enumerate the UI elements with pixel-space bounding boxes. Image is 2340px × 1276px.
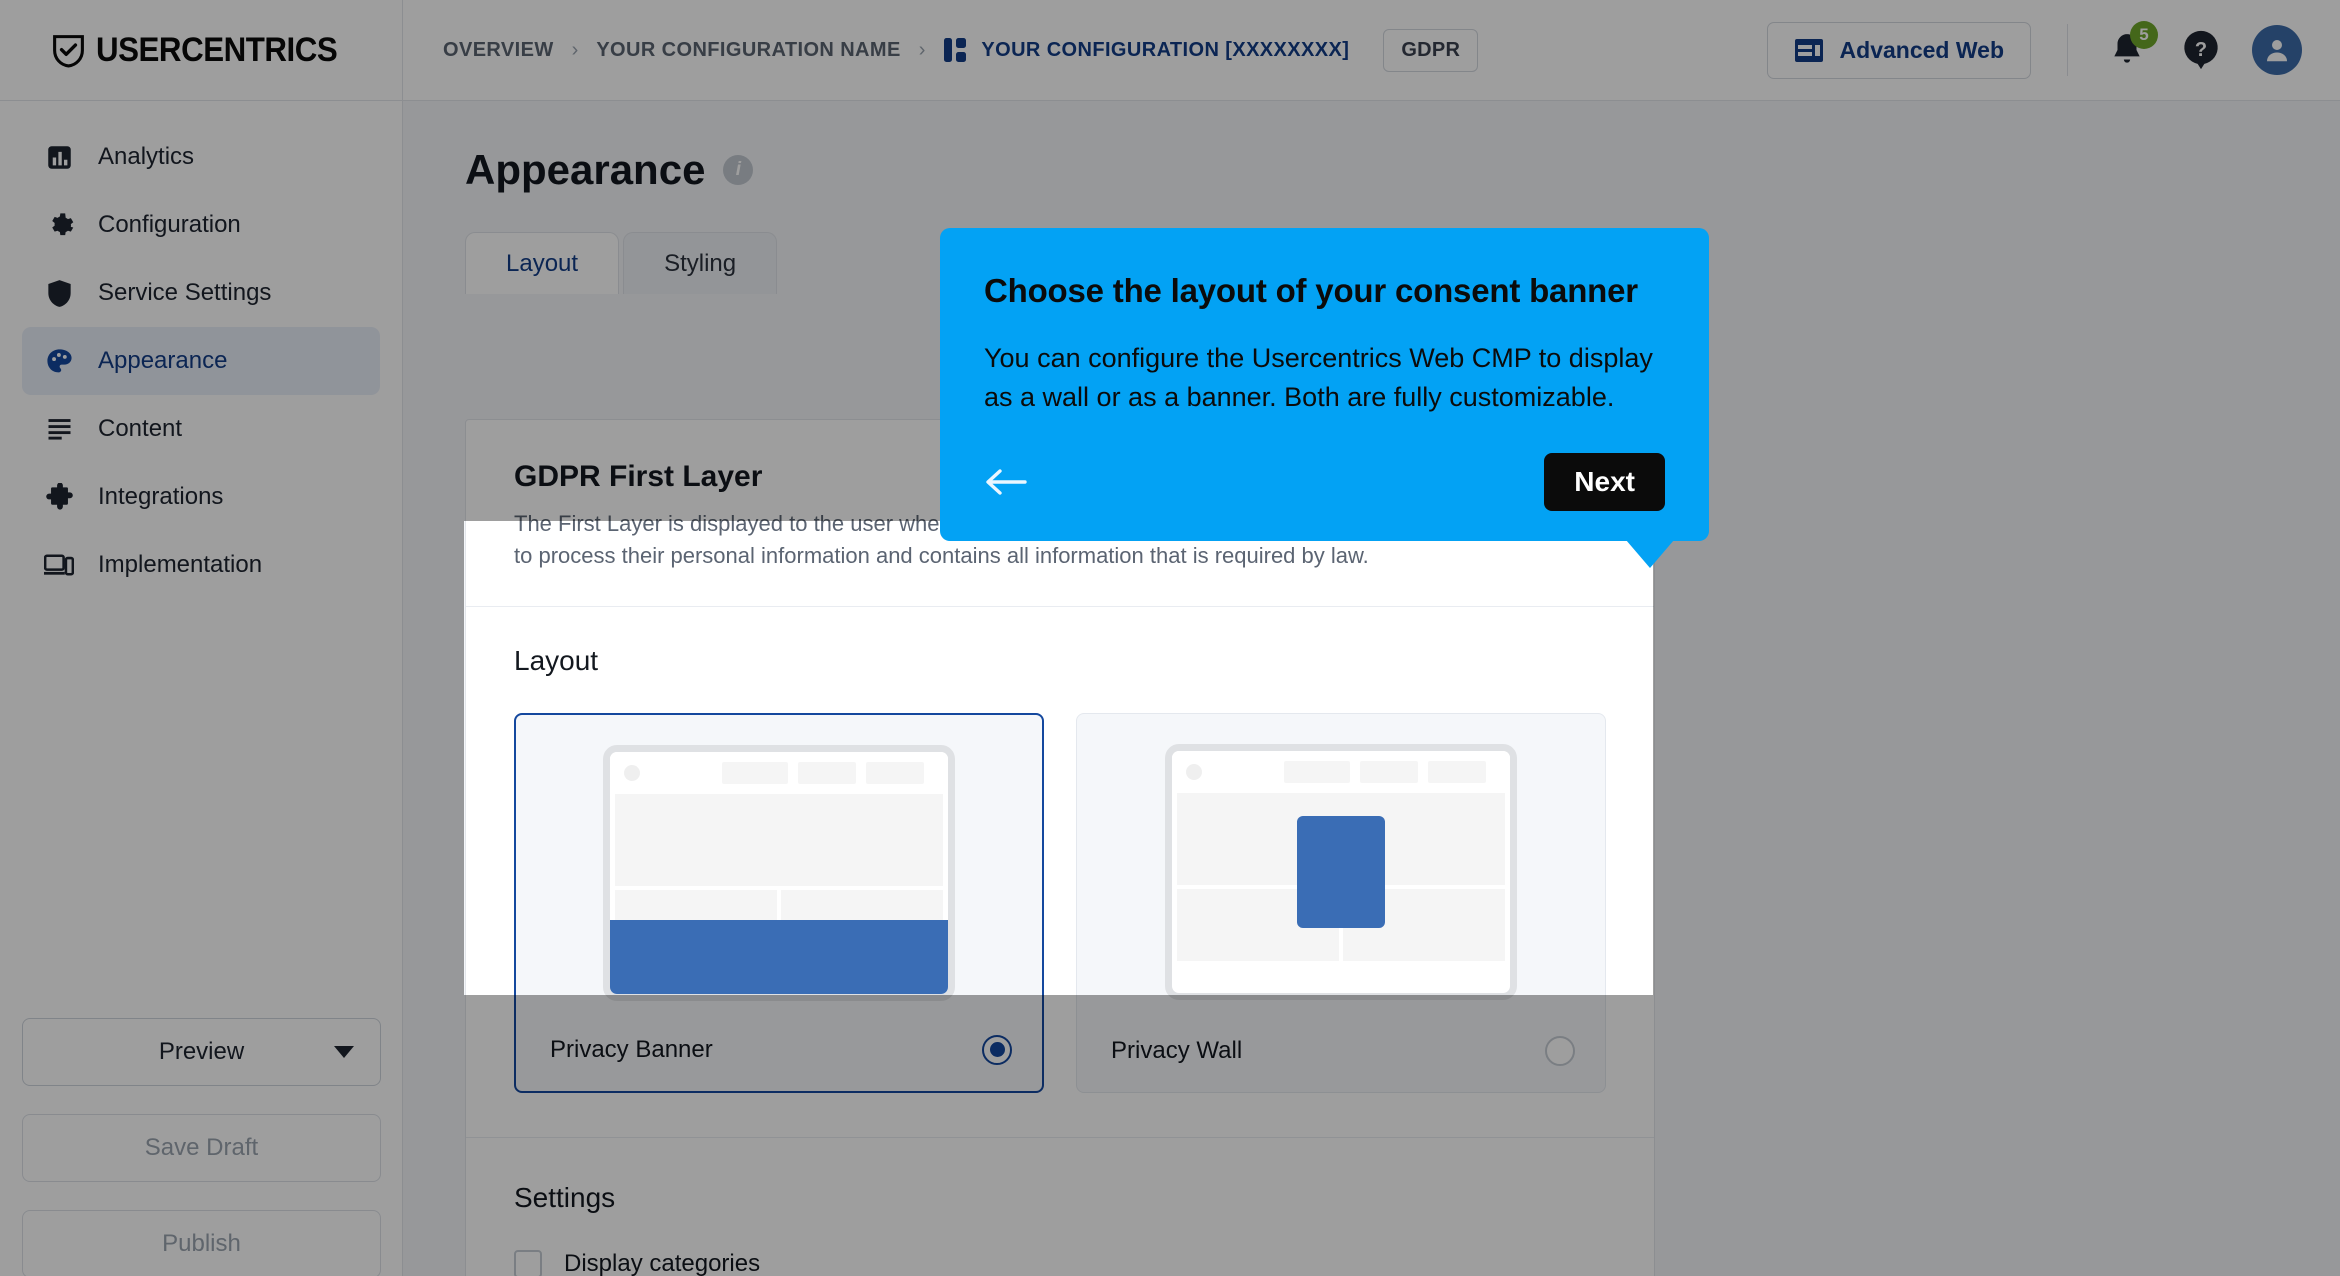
setting-label: Display categories	[564, 1249, 761, 1276]
sidebar-item-content[interactable]: Content	[22, 395, 380, 463]
shield-icon	[44, 278, 74, 308]
top-bar: USERCENTRICS OVERVIEW › YOUR CONFIGURATI…	[0, 0, 2340, 101]
divider	[2067, 24, 2068, 76]
advanced-web-button[interactable]: Advanced Web	[1766, 21, 2031, 79]
palette-icon	[44, 346, 74, 376]
preview-label: Preview	[158, 1038, 245, 1065]
sidebar-item-label: Appearance	[98, 347, 228, 374]
shield-check-icon	[53, 34, 84, 67]
save-draft-label: Save Draft	[144, 1134, 259, 1161]
framework-chip-gdpr[interactable]: GDPR	[1383, 28, 1479, 72]
brand-name: USERCENTRICS	[96, 30, 338, 69]
breadcrumb-item-overview[interactable]: OVERVIEW	[443, 39, 554, 62]
mock-nav-item	[1284, 760, 1351, 783]
save-draft-button[interactable]: Save Draft	[22, 1114, 381, 1182]
layout-option-label: Privacy Wall	[1111, 1036, 1243, 1064]
tooltip-body: You can configure the Usercentrics Web C…	[984, 343, 1653, 413]
notification-count-badge: 5	[2130, 21, 2158, 49]
sidebar-item-service-settings[interactable]: Service Settings	[22, 259, 380, 327]
sidebar: Analytics Configuration Service Settings…	[0, 101, 403, 1276]
layout-section-title: Layout	[514, 644, 599, 676]
mock-nav-item	[1428, 760, 1487, 783]
tab-layout[interactable]: Layout	[465, 232, 620, 294]
top-bar-actions: Advanced Web 5 ?	[1766, 21, 2340, 79]
user-avatar[interactable]	[2252, 25, 2302, 75]
sidebar-item-label: Implementation	[98, 551, 263, 578]
sidebar-item-label: Configuration	[98, 211, 241, 238]
list-lines-icon	[44, 414, 74, 444]
mock-nav-item	[1360, 760, 1419, 783]
publish-label: Publish	[162, 1230, 241, 1257]
bar-chart-icon	[44, 142, 74, 172]
help-button[interactable]: ?	[2178, 27, 2224, 73]
settings-section: Settings Display categories Hide languag…	[466, 1136, 1654, 1276]
sidebar-item-label: Service Settings	[98, 279, 272, 306]
mock-dot	[624, 764, 641, 781]
breadcrumb: OVERVIEW › YOUR CONFIGURATION NAME › YOU…	[443, 28, 1479, 72]
breadcrumb-item-config-name[interactable]: YOUR CONFIGURATION NAME	[596, 39, 900, 62]
mock-browser-top	[1172, 750, 1511, 793]
page-title: Appearance	[465, 146, 706, 193]
preview-button[interactable]: Preview	[22, 1018, 381, 1086]
chevron-down-icon	[334, 1046, 354, 1058]
sidebar-item-label: Analytics	[98, 143, 195, 170]
mock-nav-item	[722, 761, 789, 784]
app-root: USERCENTRICS OVERVIEW › YOUR CONFIGURATI…	[0, 0, 2340, 1276]
layout-option-label: Privacy Banner	[550, 1035, 713, 1063]
tab-styling[interactable]: Styling	[623, 232, 778, 294]
setting-display-categories[interactable]: Display categories	[514, 1249, 1606, 1276]
gdpr-first-layer-card: GDPR First Layer The First Layer is disp…	[465, 419, 1655, 1276]
help-circle-icon: ?	[2184, 30, 2218, 70]
mock-nav-item	[866, 761, 925, 784]
sidebar-item-label: Content	[98, 415, 183, 442]
publish-button[interactable]: Publish	[22, 1210, 381, 1276]
layout-option-privacy-banner[interactable]: Privacy Banner	[514, 712, 1045, 1093]
sidebar-item-appearance[interactable]: Appearance	[22, 327, 380, 395]
tooltip-footer: Next	[984, 453, 1665, 511]
breadcrumb-item-current[interactable]: YOUR CONFIGURATION [XXXXXXXX]	[943, 37, 1349, 63]
layout-options: Privacy Banner Privacy Wall	[466, 677, 1654, 1137]
product-tour-tooltip: Choose the layout of your consent banner…	[940, 228, 1709, 568]
breadcrumb-separator: ›	[918, 38, 926, 61]
mock-hero	[615, 793, 944, 886]
advanced-web-label: Advanced Web	[1839, 36, 2004, 63]
svg-text:?: ?	[2195, 39, 2207, 61]
sidebar-item-label: Integrations	[98, 483, 224, 510]
mock-consent-wall	[1297, 815, 1386, 928]
radio-privacy-wall[interactable]	[1545, 1035, 1575, 1066]
page-header: Appearance i	[403, 101, 2340, 194]
sidebar-item-integrations[interactable]: Integrations	[22, 463, 380, 531]
sidebar-item-implementation[interactable]: Implementation	[22, 531, 380, 599]
mock-dot	[1186, 763, 1203, 780]
mock-consent-banner	[610, 919, 949, 994]
settings-title: Settings	[514, 1181, 616, 1213]
web-layout-icon	[1794, 38, 1823, 62]
sidebar-actions: Preview Save Draft Publish	[22, 1018, 381, 1276]
config-blocks-icon	[944, 38, 967, 62]
sidebar-item-analytics[interactable]: Analytics	[22, 123, 380, 191]
tooltip-title: Choose the layout of your consent banner	[984, 272, 1638, 309]
notifications-button[interactable]: 5	[2104, 21, 2158, 73]
breadcrumb-current-label: YOUR CONFIGURATION [XXXXXXXX]	[981, 38, 1350, 61]
brand-logo[interactable]: USERCENTRICS	[0, 0, 403, 100]
arrow-left-icon[interactable]	[984, 465, 1028, 499]
gear-icon	[44, 210, 74, 240]
tooltip-next-button[interactable]: Next	[1544, 453, 1665, 511]
puzzle-icon	[44, 482, 74, 512]
sidebar-item-configuration[interactable]: Configuration	[22, 191, 380, 259]
breadcrumb-separator: ›	[571, 38, 579, 61]
radio-privacy-banner[interactable]	[982, 1034, 1013, 1065]
privacy-wall-preview	[1165, 743, 1518, 1000]
layout-option-footer: Privacy Banner	[550, 1034, 1013, 1065]
sidebar-nav: Analytics Configuration Service Settings…	[0, 101, 402, 599]
layout-option-privacy-wall[interactable]: Privacy Wall	[1076, 712, 1606, 1093]
layout-option-footer: Privacy Wall	[1111, 1035, 1575, 1066]
privacy-banner-preview	[603, 744, 956, 1001]
info-icon[interactable]: i	[723, 155, 754, 185]
checkbox-display-categories[interactable]	[514, 1249, 542, 1276]
mock-nav-item	[798, 761, 857, 784]
devices-icon	[44, 550, 74, 580]
user-avatar-icon	[2267, 40, 2287, 62]
mock-browser-top	[610, 751, 949, 794]
